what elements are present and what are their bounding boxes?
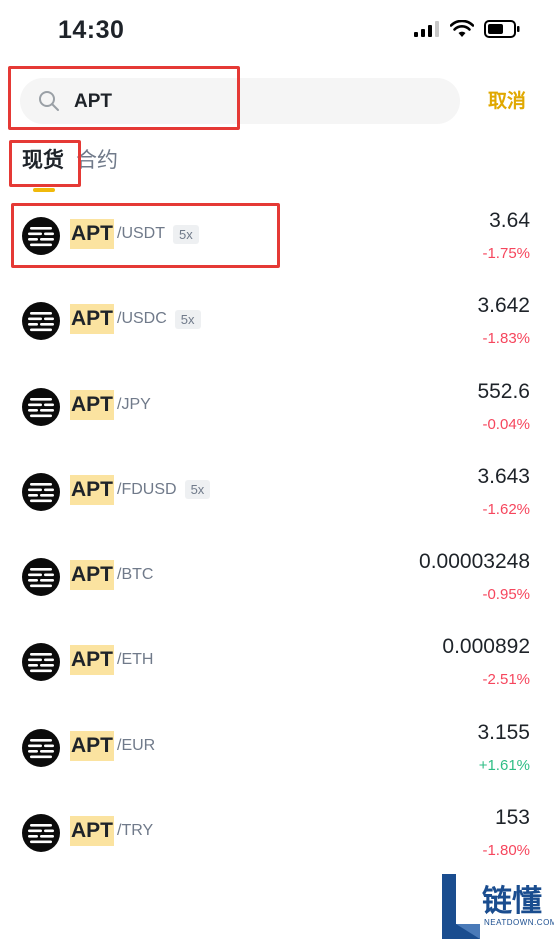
pair-name: APT /BTC <box>70 560 154 591</box>
pair-price: 0.000892 <box>442 635 530 659</box>
tab-spot-label: 现货 <box>22 148 64 172</box>
pair-base: APT <box>70 816 114 847</box>
pair-name: APT /FDUSD 5x <box>70 474 211 505</box>
aptos-coin-icon <box>22 728 60 767</box>
pair-row[interactable]: APT /TRY 153 -1.80% <box>0 792 554 877</box>
pair-quote: /TRY <box>117 822 154 840</box>
tab-futures[interactable]: 合约 <box>76 144 118 184</box>
watermark-subtitle: NEATDOWN.COM <box>484 918 554 927</box>
tab-futures-label: 合约 <box>76 148 118 172</box>
search-row: 取消 <box>0 76 554 126</box>
pair-base: APT <box>70 474 114 505</box>
pair-change: -0.04% <box>482 415 530 433</box>
pair-row[interactable]: APT /USDT 5x 3.64 -1.75% <box>0 195 554 280</box>
watermark-logo: 链懂 NEATDOWN.COM <box>438 872 554 941</box>
pair-name: APT /JPY <box>70 389 151 420</box>
pair-row[interactable]: APT /JPY 552.6 -0.04% <box>0 366 554 451</box>
pair-price: 0.00003248 <box>419 550 530 574</box>
pair-quote: /ETH <box>117 651 154 669</box>
cellular-signal-icon <box>414 21 439 37</box>
pair-change: -1.62% <box>482 500 530 518</box>
status-bar: 14:30 <box>0 0 554 62</box>
pair-price: 153 <box>494 806 530 830</box>
aptos-coin-icon <box>22 217 60 255</box>
leverage-badge: 5x <box>173 224 199 244</box>
pair-name: APT /EUR <box>70 730 156 761</box>
wifi-icon <box>450 20 474 37</box>
pair-list: APT /USDT 5x 3.64 -1.75% APT /USDC 5x 3.… <box>0 195 554 877</box>
pair-base: APT <box>70 219 114 249</box>
pair-row[interactable]: APT /EUR 3.155 +1.61% <box>0 707 554 792</box>
aptos-coin-icon <box>22 302 60 341</box>
aptos-coin-icon <box>22 814 60 853</box>
search-icon <box>39 91 59 111</box>
pair-change: -1.80% <box>482 842 530 860</box>
pair-name: APT /TRY <box>70 816 154 847</box>
pair-price: 3.64 <box>489 209 530 232</box>
search-box[interactable] <box>20 78 460 126</box>
pair-price: 3.643 <box>477 464 530 488</box>
status-icons <box>414 20 520 38</box>
leverage-badge: 5x <box>184 480 211 500</box>
status-time: 14:30 <box>58 16 125 44</box>
aptos-coin-icon <box>22 558 60 597</box>
pair-change: -1.75% <box>482 245 530 262</box>
battery-icon <box>484 20 520 38</box>
pair-price: 3.155 <box>477 720 530 744</box>
market-tabs: 现货 合约 <box>22 144 118 192</box>
pair-quote: /BTC <box>117 566 154 584</box>
aptos-coin-icon <box>22 387 60 426</box>
pair-change: -2.51% <box>482 671 530 689</box>
pair-base: APT <box>70 389 114 420</box>
pair-name: APT /USDC 5x <box>70 304 201 335</box>
pair-name: APT /ETH <box>70 645 154 676</box>
pair-base: APT <box>70 560 114 591</box>
pair-row[interactable]: APT /FDUSD 5x 3.643 -1.62% <box>0 451 554 536</box>
pair-row[interactable]: APT /ETH 0.000892 -2.51% <box>0 621 554 706</box>
pair-base: APT <box>70 304 114 335</box>
pair-change: +1.61% <box>478 756 530 774</box>
pair-change: -1.83% <box>482 330 530 348</box>
pair-quote: /JPY <box>117 395 151 413</box>
tab-spot[interactable]: 现货 <box>22 144 64 192</box>
aptos-coin-icon <box>22 472 60 511</box>
leverage-badge: 5x <box>174 309 201 329</box>
pair-quote: /EUR <box>117 736 156 754</box>
pair-base: APT <box>70 730 114 761</box>
pair-base: APT <box>70 645 114 676</box>
pair-price: 3.642 <box>477 294 530 318</box>
pair-quote: /USDC <box>117 310 167 328</box>
pair-quote: /USDT <box>117 225 165 242</box>
pair-name: APT /USDT 5x <box>70 219 199 249</box>
pair-row[interactable]: APT /USDC 5x 3.642 -1.83% <box>0 280 554 365</box>
pair-row[interactable]: APT /BTC 0.00003248 -0.95% <box>0 536 554 621</box>
pair-quote: /FDUSD <box>117 480 177 498</box>
aptos-coin-icon <box>22 643 60 682</box>
active-tab-indicator <box>33 188 55 192</box>
search-input[interactable] <box>72 78 436 126</box>
cancel-button[interactable]: 取消 <box>488 76 526 126</box>
pair-change: -0.95% <box>482 586 530 604</box>
watermark-title: 链懂 <box>482 884 542 919</box>
pair-price: 552.6 <box>477 379 530 403</box>
watermark-l-icon <box>442 874 480 939</box>
